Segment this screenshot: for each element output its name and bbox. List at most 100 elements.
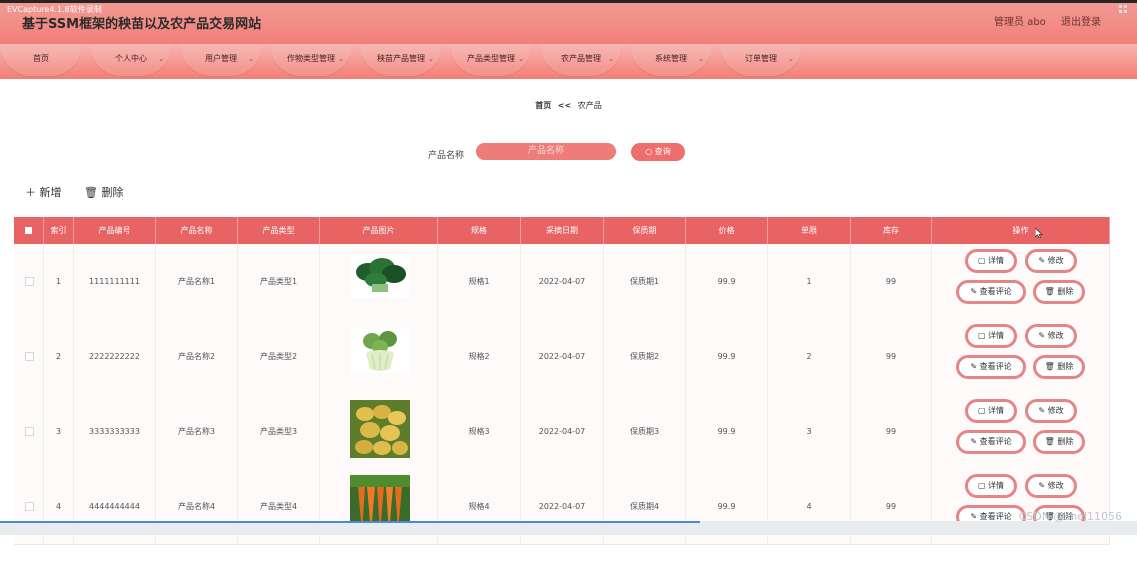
cell-index: 2 (44, 319, 74, 394)
nav-item-5[interactable]: 产品类型管理 ⌄ (450, 44, 532, 76)
cell-code: 1111111111 (74, 244, 156, 319)
cell-shelf: 保质期2 (604, 319, 686, 394)
detail-button-label: 详情 (988, 481, 1005, 490)
nav-item-3[interactable]: 作物类型管理 ⌄ (270, 44, 352, 76)
row-delete-button[interactable]: 🗑 删除 (1033, 430, 1085, 454)
product-image[interactable] (350, 254, 410, 298)
nav-item-label: 首页 (33, 54, 49, 63)
search-button[interactable]: ○ 查询 (631, 143, 685, 161)
column-header: 索引 (44, 217, 74, 244)
row-delete-button-label: 删除 (1057, 362, 1074, 371)
nav-item-6[interactable]: 农产品管理 ⌄ (540, 44, 622, 76)
view-reviews-button[interactable]: ✎ 查看评论 (956, 355, 1026, 379)
add-button[interactable]: ＋ 新增 (25, 184, 62, 200)
cell-index: 3 (44, 394, 74, 469)
bottom-scrollbar[interactable] (0, 521, 1137, 535)
breadcrumb-current: 农产品 (577, 101, 602, 110)
nav-item-4[interactable]: 秧苗产品管理 ⌄ (360, 44, 442, 76)
search-input[interactable]: 产品名称 (476, 143, 616, 160)
product-image-cell (320, 319, 438, 394)
row-checkbox[interactable] (25, 502, 34, 511)
table-header: 索引 产品编号 产品名称 产品类型 产品图片 规格 采摘日期 保质期 价格 单限 库存 操作 (14, 217, 1110, 244)
row-checkbox[interactable] (25, 277, 34, 286)
cell-name: 产品名称2 (156, 319, 238, 394)
column-header: 库存 (851, 217, 932, 244)
table-row: 1 1111111111 产品名称1 产品类型1 规格1 2022-04-07 保质期1 99… (14, 244, 1110, 320)
row-checkbox-cell (14, 244, 44, 319)
trash-icon: 🗑 (84, 186, 98, 199)
breadcrumb-home[interactable]: 首页 (535, 101, 551, 110)
cell-limit: 2 (768, 319, 851, 394)
row-checkbox[interactable] (25, 427, 34, 436)
cell-index: 1 (44, 244, 74, 319)
nav-item-8[interactable]: 订单管理 ⌄ (720, 44, 802, 76)
cell-shelf: 保质期3 (604, 394, 686, 469)
edit-button-label: 修改 (1047, 331, 1064, 340)
cell-spec: 规格3 (438, 394, 521, 469)
pencil-icon: ✎ (1038, 331, 1048, 340)
row-delete-button-label: 删除 (1057, 287, 1074, 296)
edit-button[interactable]: ✎ 修改 (1025, 324, 1077, 348)
detail-button[interactable]: ▢ 详情 (965, 324, 1017, 348)
cell-spec: 规格1 (438, 244, 521, 319)
nav-item-1[interactable]: 个人中心 ⌄ (90, 44, 172, 76)
logout-link[interactable]: 退出登录 (1061, 17, 1101, 28)
row-delete-button[interactable]: 🗑 删除 (1033, 355, 1085, 379)
column-header: 价格 (686, 217, 768, 244)
product-image-cell (320, 394, 438, 469)
column-header: 操作 (932, 217, 1110, 244)
row-delete-button-label: 删除 (1057, 437, 1074, 446)
trash-icon: 🗑 (1044, 362, 1058, 371)
chevron-down-icon: ⌄ (338, 55, 344, 63)
nav-item-label: 系统管理 (655, 54, 687, 63)
edit-button[interactable]: ✎ 修改 (1025, 474, 1077, 498)
view-reviews-button[interactable]: ✎ 查看评论 (956, 280, 1026, 304)
detail-button-label: 详情 (988, 406, 1005, 415)
nav-item-label: 个人中心 (115, 54, 147, 63)
nav-item-2[interactable]: 用户管理 ⌄ (180, 44, 262, 76)
chevron-down-icon: ⌄ (518, 55, 524, 63)
detail-button[interactable]: ▢ 详情 (965, 399, 1017, 423)
document-icon: ▢ (977, 406, 989, 415)
detail-button[interactable]: ▢ 详情 (965, 249, 1017, 273)
nav-item-0[interactable]: 首页 (0, 44, 82, 76)
edit-button-label: 修改 (1047, 481, 1064, 490)
row-checkbox[interactable] (25, 352, 34, 361)
product-image[interactable] (350, 400, 410, 458)
pencil-icon: ✎ (1038, 256, 1048, 265)
cell-date: 2022-04-07 (521, 244, 604, 319)
cell-stock: 99 (851, 319, 932, 394)
view-reviews-button[interactable]: ✎ 查看评论 (956, 430, 1026, 454)
nav-item-label: 秧苗产品管理 (377, 54, 425, 63)
row-delete-button[interactable]: 🗑 删除 (1033, 280, 1085, 304)
chevron-down-icon: ⌄ (248, 55, 254, 63)
nav-item-7[interactable]: 系统管理 ⌄ (630, 44, 712, 76)
watermark: CSDN @shej11056 (1018, 510, 1122, 523)
edit-button[interactable]: ✎ 修改 (1025, 399, 1077, 423)
nav-item-label: 作物类型管理 (287, 54, 335, 63)
edit-button-label: 修改 (1047, 406, 1064, 415)
chevron-down-icon: ⌄ (158, 55, 164, 63)
nav-item-label: 产品类型管理 (467, 54, 515, 63)
breadcrumb: 首页 << 农产品 (0, 100, 1137, 111)
column-header: 采摘日期 (521, 217, 604, 244)
admin-label: 管理员 abo (994, 17, 1046, 28)
cell-date: 2022-04-07 (521, 394, 604, 469)
batch-delete-button[interactable]: 🗑 删除 (84, 184, 123, 200)
pencil-icon: ✎ (970, 512, 980, 521)
edit-button[interactable]: ✎ 修改 (1025, 249, 1077, 273)
cell-price: 99.9 (686, 244, 768, 319)
select-all-checkbox[interactable] (14, 217, 44, 244)
cell-code: 3333333333 (74, 394, 156, 469)
cell-price: 99.9 (686, 319, 768, 394)
detail-button-label: 详情 (988, 331, 1005, 340)
progress-line (0, 521, 700, 523)
trash-icon: 🗑 (1044, 287, 1058, 296)
header-user-area: 管理员 abo 退出登录 (982, 13, 1101, 28)
edit-button-label: 修改 (1047, 256, 1064, 265)
grid-icon[interactable] (1119, 5, 1129, 15)
detail-button[interactable]: ▢ 详情 (965, 474, 1017, 498)
product-image[interactable] (350, 329, 410, 373)
pencil-icon: ✎ (1038, 481, 1048, 490)
search-button-label: 查询 (654, 147, 671, 156)
